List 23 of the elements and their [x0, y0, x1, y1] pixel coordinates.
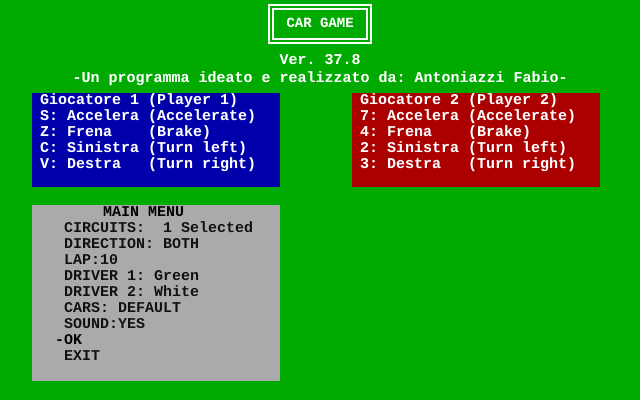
menu-title: MAIN MENU [102, 205, 186, 221]
menu-item[interactable]: DIRECTION: BOTH [55, 237, 200, 253]
game-title: CAR GAME [286, 16, 354, 32]
key-binding-text: V: Destra (Turn right) [40, 157, 258, 173]
menu-item[interactable]: DRIVER 2: White [55, 285, 200, 301]
menu-item[interactable]: DRIVER 1: Green [55, 269, 200, 285]
version-text: Ver. 37.8 [279, 52, 360, 70]
key-binding-text: Z: Frena (Brake) [40, 125, 212, 141]
key-binding-text: 2: Sinistra (Turn left) [360, 141, 568, 157]
key-binding-text: 4: Frena (Brake) [360, 125, 532, 141]
menu-item[interactable]: -OK [55, 333, 82, 349]
menu-item[interactable]: CARS: DEFAULT [55, 301, 182, 317]
player-heading: Giocatore 1 (Player 1) [40, 93, 240, 109]
menu-item[interactable]: CIRCUITS: 1 Selected [55, 221, 254, 237]
key-binding-text: S: Accelera (Accelerate) [40, 109, 258, 125]
credits-text: -Un programma ideato e realizzato da: Antoniazzi Fabio- [72, 70, 568, 88]
player-heading: Giocatore 2 (Player 2) [360, 93, 560, 109]
key-binding-text: 3: Destra (Turn right) [360, 157, 578, 173]
menu-item[interactable]: EXIT [55, 349, 100, 365]
menu-item[interactable]: SOUND:YES [55, 317, 146, 333]
key-binding-text: 7: Accelera (Accelerate) [360, 109, 578, 125]
menu-item[interactable]: LAP:10 [55, 253, 118, 269]
key-binding-text: C: Sinistra (Turn left) [40, 141, 248, 157]
